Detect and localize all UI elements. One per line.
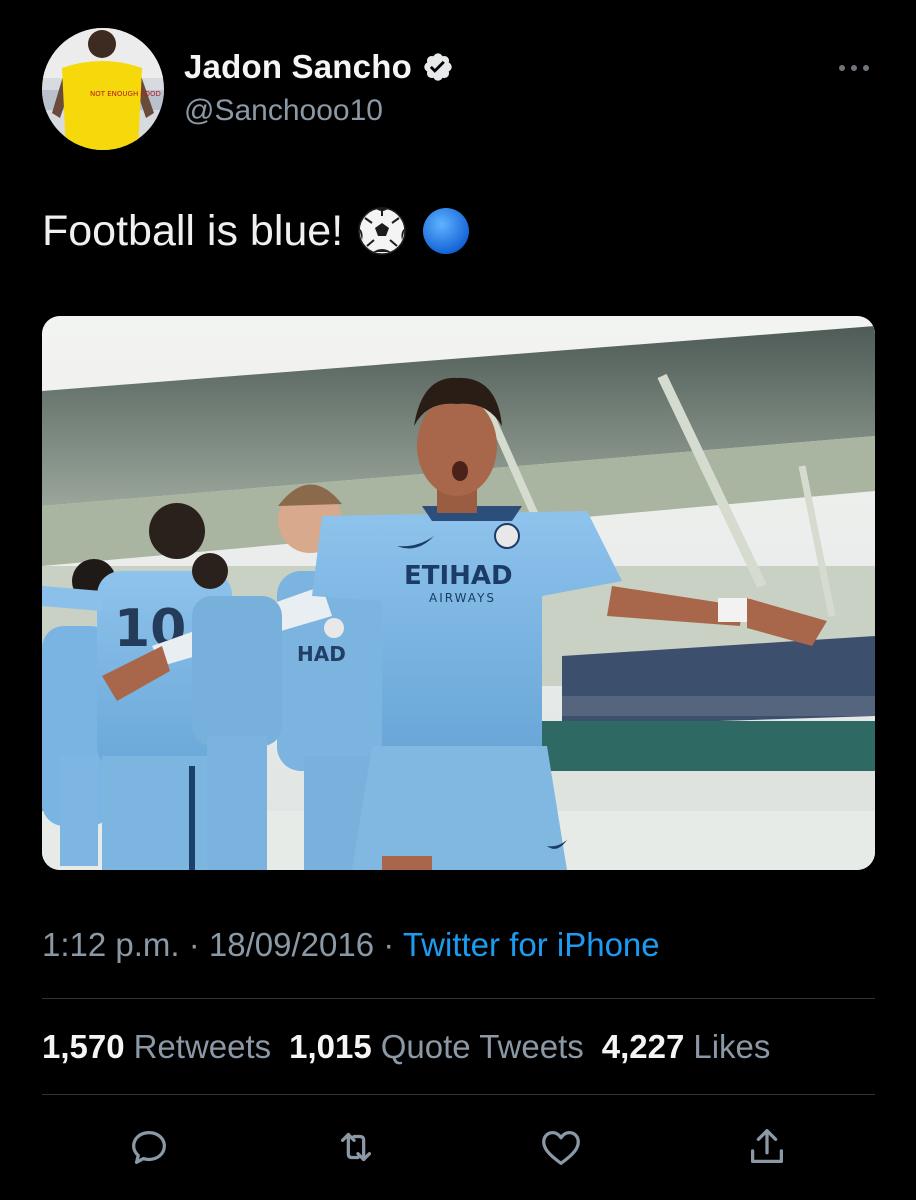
divider — [42, 998, 875, 999]
quote-tweets-stat[interactable]: 1,015 Quote Tweets — [289, 1028, 584, 1066]
meta-separator: · — [383, 926, 395, 963]
verified-badge-icon — [422, 51, 454, 83]
tweet-meta: 1:12 p.m. · 18/09/2016 · Twitter for iPh… — [42, 926, 660, 964]
tweet-text-row: Football is blue! — [42, 206, 471, 256]
retweet-icon[interactable] — [333, 1124, 379, 1170]
tweet-date: 18/09/2016 — [208, 926, 375, 963]
quote-tweets-count: 1,015 — [289, 1028, 372, 1065]
celebration-photo: 10 HAD ETIHAD AIRWAYS — [42, 316, 875, 870]
tweet-stats: 1,570 Retweets 1,015 Quote Tweets 4,227 Lik… — [42, 1028, 770, 1066]
reply-icon[interactable] — [126, 1124, 172, 1170]
avatar-shirt-text: NOT ENOUGH FOOD — [90, 90, 161, 98]
more-options-icon[interactable] — [836, 58, 872, 78]
shirt-sponsor-sub: AIRWAYS — [429, 591, 496, 605]
blue-circle-emoji — [421, 206, 471, 256]
retweets-label: Retweets — [133, 1028, 272, 1065]
tweet-action-bar — [0, 1118, 916, 1178]
avatar[interactable]: NOT ENOUGH FOOD — [42, 28, 164, 150]
svg-text:HAD: HAD — [297, 642, 346, 666]
soccer-ball-emoji — [357, 206, 407, 256]
avatar-image: NOT ENOUGH FOOD — [42, 28, 164, 150]
tweet-detail: NOT ENOUGH FOOD Jadon Sancho @Sanchooo10… — [0, 0, 916, 1200]
quote-tweets-label: Quote Tweets — [380, 1028, 584, 1065]
tweet-text: Football is blue! — [42, 206, 344, 255]
author-handle[interactable]: @Sanchooo10 — [184, 94, 383, 128]
divider — [42, 1094, 875, 1095]
share-icon[interactable] — [744, 1124, 790, 1170]
tweet-time: 1:12 p.m. — [42, 926, 180, 963]
likes-count: 4,227 — [601, 1028, 685, 1065]
likes-stat[interactable]: 4,227 Likes — [602, 1028, 771, 1066]
likes-label: Likes — [693, 1028, 771, 1065]
tweet-source-link[interactable]: Twitter for iPhone — [403, 926, 660, 963]
author-display-name[interactable]: Jadon Sancho — [184, 48, 412, 86]
author-name-row[interactable]: Jadon Sancho — [184, 48, 454, 86]
tweet-media-photo[interactable]: 10 HAD ETIHAD AIRWAYS — [42, 316, 875, 870]
like-icon[interactable] — [538, 1124, 584, 1170]
retweets-count: 1,570 — [42, 1028, 125, 1065]
retweets-stat[interactable]: 1,570 Retweets — [42, 1028, 271, 1066]
shirt-sponsor: ETIHAD — [404, 561, 513, 591]
meta-separator: · — [188, 926, 200, 963]
